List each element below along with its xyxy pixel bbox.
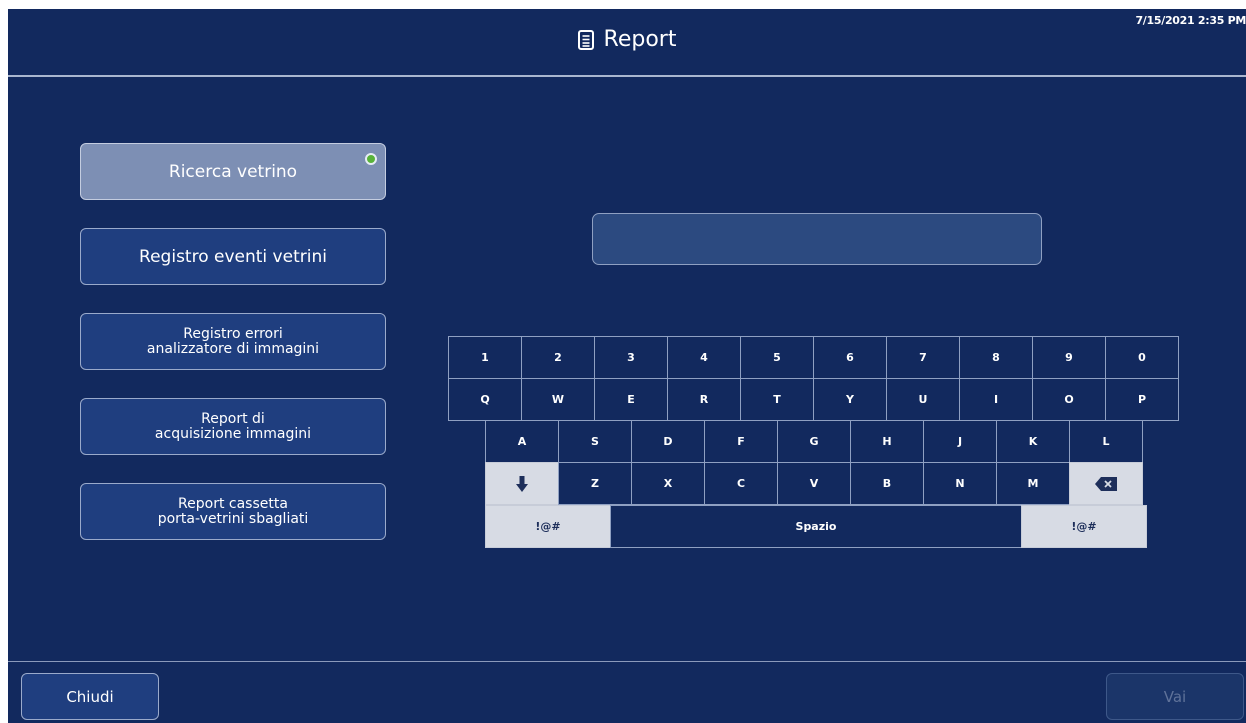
key-7[interactable]: 7 (886, 336, 960, 379)
key-b[interactable]: B (850, 462, 924, 505)
search-input[interactable] (592, 213, 1042, 265)
key-8[interactable]: 8 (959, 336, 1033, 379)
report-screen: 7/15/2021 2:35 PM Report Ricerca vetrino… (8, 9, 1246, 723)
symbols-key-left[interactable]: !@# (485, 505, 611, 548)
key-f[interactable]: F (704, 420, 778, 463)
close-button[interactable]: Chiudi (21, 673, 159, 720)
key-2[interactable]: 2 (521, 336, 595, 379)
key-6[interactable]: 6 (813, 336, 887, 379)
key-u[interactable]: U (886, 378, 960, 421)
key-s[interactable]: S (558, 420, 632, 463)
key-w[interactable]: W (521, 378, 595, 421)
footer-divider (8, 661, 1246, 662)
header: Report (8, 27, 1246, 52)
menu-item-label-line1: Report cassetta (178, 495, 288, 512)
key-9[interactable]: 9 (1032, 336, 1106, 379)
keyboard-row-qwerty: Q W E R T Y U I O P (448, 378, 1179, 421)
key-5[interactable]: 5 (740, 336, 814, 379)
status-indicator (365, 153, 377, 165)
key-d[interactable]: D (631, 420, 705, 463)
menu-item-label-line2: porta-vetrini sbagliati (157, 510, 309, 527)
key-j[interactable]: J (923, 420, 997, 463)
key-t[interactable]: T (740, 378, 814, 421)
keyboard-row-numbers: 1 2 3 4 5 6 7 8 9 0 (448, 336, 1179, 379)
shift-key[interactable] (485, 462, 559, 505)
key-4[interactable]: 4 (667, 336, 741, 379)
menu-item-label-line2: acquisizione immagini (154, 425, 312, 442)
backspace-icon (1095, 476, 1117, 491)
key-e[interactable]: E (594, 378, 668, 421)
backspace-key[interactable] (1069, 462, 1143, 505)
menu-item-report-acquisizione[interactable]: Report di acquisizione immagini (80, 398, 386, 455)
menu-item-label: Ricerca vetrino (168, 161, 298, 182)
keyboard-row-bottom: !@# Spazio !@# (485, 505, 1147, 548)
key-1[interactable]: 1 (448, 336, 522, 379)
key-k[interactable]: K (996, 420, 1070, 463)
key-r[interactable]: R (667, 378, 741, 421)
key-l[interactable]: L (1069, 420, 1143, 463)
key-z[interactable]: Z (558, 462, 632, 505)
header-divider (8, 75, 1246, 77)
go-button[interactable]: Vai (1106, 673, 1244, 720)
key-i[interactable]: I (959, 378, 1033, 421)
key-h[interactable]: H (850, 420, 924, 463)
key-m[interactable]: M (996, 462, 1070, 505)
key-a[interactable]: A (485, 420, 559, 463)
key-v[interactable]: V (777, 462, 851, 505)
menu-item-registro-eventi-vetrini[interactable]: Registro eventi vetrini (80, 228, 386, 285)
menu-item-label: Registro eventi vetrini (139, 246, 327, 267)
key-0[interactable]: 0 (1105, 336, 1179, 379)
symbols-key-right[interactable]: !@# (1021, 505, 1147, 548)
key-o[interactable]: O (1032, 378, 1106, 421)
menu-item-ricerca-vetrino[interactable]: Ricerca vetrino (80, 143, 386, 200)
key-q[interactable]: Q (448, 378, 522, 421)
timestamp: 7/15/2021 2:35 PM (1135, 14, 1246, 27)
key-g[interactable]: G (777, 420, 851, 463)
key-y[interactable]: Y (813, 378, 887, 421)
document-icon (577, 29, 594, 50)
arrow-down-icon (516, 475, 528, 492)
keyboard-row-asdf: A S D F G H J K L (485, 420, 1143, 463)
key-3[interactable]: 3 (594, 336, 668, 379)
keyboard-row-zxcv: Z X C V B N M (485, 462, 1143, 505)
key-c[interactable]: C (704, 462, 778, 505)
menu-item-registro-errori[interactable]: Registro errori analizzatore di immagini (80, 313, 386, 370)
key-p[interactable]: P (1105, 378, 1179, 421)
page-title: Report (603, 27, 677, 52)
menu-item-label-line1: Registro errori (183, 325, 283, 342)
menu-item-label-line1: Report di (201, 410, 265, 427)
menu-item-report-cassetta[interactable]: Report cassetta porta-vetrini sbagliati (80, 483, 386, 540)
key-n[interactable]: N (923, 462, 997, 505)
key-x[interactable]: X (631, 462, 705, 505)
space-key[interactable]: Spazio (610, 505, 1022, 548)
menu-item-label-line2: analizzatore di immagini (146, 340, 320, 357)
